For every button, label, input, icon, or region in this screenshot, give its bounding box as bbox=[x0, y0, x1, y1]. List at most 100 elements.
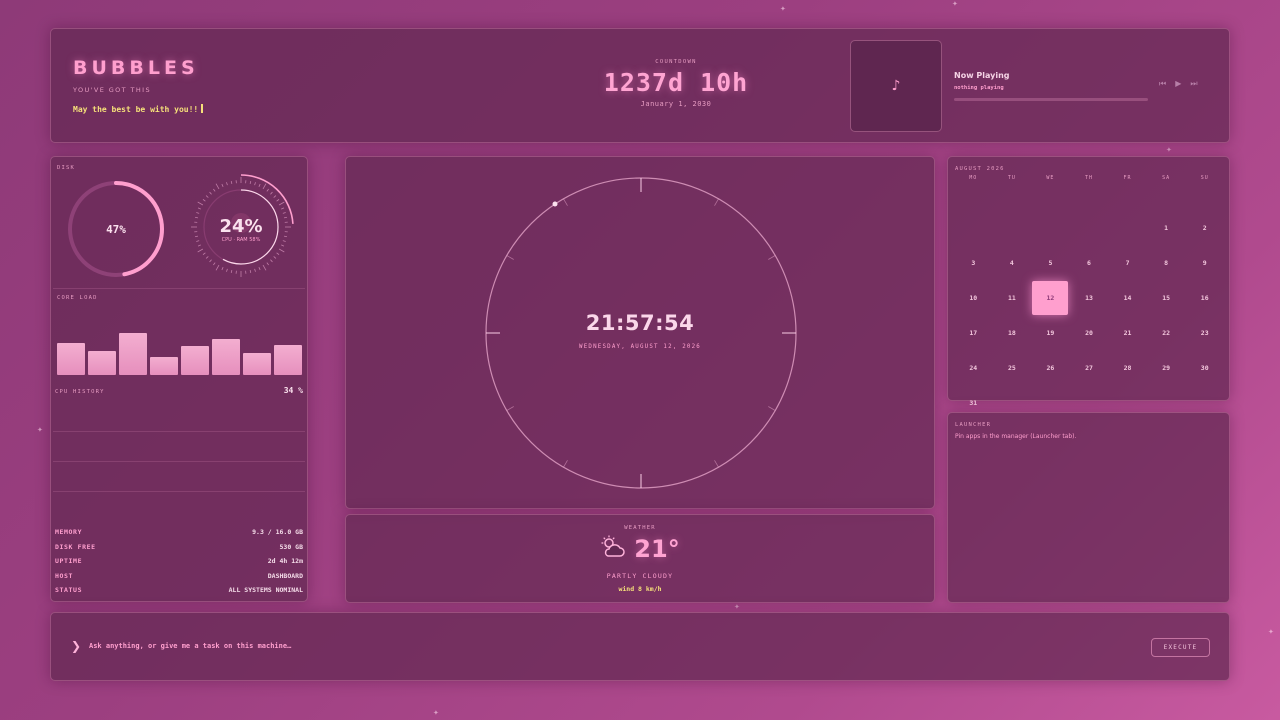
weather-temp: 21° bbox=[634, 535, 680, 563]
core-load-label: CORE LOAD bbox=[57, 295, 98, 301]
prompt-caret-icon: ❯ bbox=[71, 639, 82, 653]
calendar-day[interactable]: 5 bbox=[1031, 245, 1070, 280]
stat-key: UPTIME bbox=[55, 557, 83, 565]
clock-date: WEDNESDAY, AUGUST 12, 2026 bbox=[579, 344, 701, 350]
second-dot bbox=[552, 201, 558, 207]
command-input[interactable] bbox=[89, 642, 989, 650]
weekday-header: TU bbox=[1007, 175, 1016, 181]
calendar-day[interactable]: 23 bbox=[1185, 315, 1224, 350]
stat-key: STATUS bbox=[55, 586, 83, 594]
core-load-bar bbox=[88, 351, 116, 375]
launcher-panel: LAUNCHER Pin apps in the manager (Launch… bbox=[947, 412, 1230, 603]
sparkle-decoration: ✦ bbox=[433, 709, 439, 717]
weekday-header: WE bbox=[1046, 175, 1055, 181]
header-panel: BUBBLES YOU'VE GOT THIS May the best be … bbox=[50, 28, 1230, 143]
core-load-chart bbox=[57, 307, 303, 375]
calendar-day[interactable]: 16 bbox=[1185, 280, 1224, 315]
weekday-header: MO bbox=[969, 175, 978, 181]
brand-title: BUBBLES bbox=[73, 57, 199, 79]
calendar-day[interactable]: 27 bbox=[1070, 350, 1109, 385]
calendar-day[interactable]: 18 bbox=[993, 315, 1032, 350]
calendar-day[interactable]: 1 bbox=[1147, 210, 1186, 245]
stat-value: 530 GB bbox=[279, 542, 303, 551]
calendar-today[interactable]: 12 bbox=[1031, 280, 1070, 315]
stat-row: HOST DASHBOARD bbox=[55, 572, 303, 580]
calendar-title: AUGUST 2026 bbox=[955, 166, 1005, 172]
partly-cloudy-icon bbox=[601, 535, 626, 557]
gauges: 47% 24% CPU · RAM 58% bbox=[68, 174, 294, 280]
disk-gauge: 47% bbox=[68, 181, 164, 277]
calendar-empty-cell bbox=[1031, 210, 1070, 245]
text-cursor bbox=[201, 104, 204, 113]
history-gridline bbox=[53, 461, 305, 462]
stat-key: HOST bbox=[55, 571, 74, 580]
calendar-empty-cell bbox=[1070, 210, 1109, 245]
calendar-day[interactable]: 14 bbox=[1108, 280, 1147, 315]
previous-icon[interactable]: ⏮ bbox=[1159, 79, 1166, 89]
stat-value: ALL SYSTEMS NOMINAL bbox=[228, 586, 303, 594]
calendar-day[interactable]: 25 bbox=[993, 350, 1032, 385]
calendar-day[interactable]: 6 bbox=[1070, 245, 1109, 280]
cpu-ram-subtext: CPU · RAM 58% bbox=[222, 237, 261, 243]
sparkle-decoration: ✦ bbox=[952, 0, 958, 8]
calendar-day[interactable]: 17 bbox=[954, 315, 993, 350]
weekday-header: TH bbox=[1084, 175, 1093, 181]
calendar-day[interactable]: 3 bbox=[954, 245, 993, 280]
sparkle-decoration: ✦ bbox=[37, 426, 43, 434]
cpu-value: 24% bbox=[219, 216, 262, 237]
core-load-bar bbox=[274, 345, 302, 375]
calendar-day[interactable]: 28 bbox=[1108, 350, 1147, 385]
sparkle-decoration: ✦ bbox=[1166, 146, 1172, 154]
calendar-day[interactable]: 13 bbox=[1070, 280, 1109, 315]
calendar-day[interactable]: 21 bbox=[1108, 315, 1147, 350]
stat-row: STATUS ALL SYSTEMS NOMINAL bbox=[55, 586, 303, 594]
calendar-day[interactable]: 10 bbox=[954, 280, 993, 315]
sparkle-decoration: ✦ bbox=[780, 5, 786, 13]
execute-button[interactable]: EXECUTE bbox=[1151, 638, 1210, 657]
calendar-day[interactable]: 29 bbox=[1147, 350, 1186, 385]
cpu-history-value: 34 % bbox=[283, 386, 303, 395]
countdown-value: 1237d 10h bbox=[603, 68, 749, 97]
calendar-day[interactable]: 30 bbox=[1185, 350, 1224, 385]
history-gridline bbox=[53, 431, 305, 432]
music-note-icon: ♪ bbox=[891, 78, 901, 94]
countdown-date: January 1, 2030 bbox=[640, 100, 712, 108]
stat-row: DISK FREE 530 GB bbox=[55, 543, 303, 551]
next-icon[interactable]: ⏭ bbox=[1190, 79, 1197, 89]
calendar-day[interactable]: 4 bbox=[993, 245, 1032, 280]
stat-row: UPTIME 2d 4h 12m bbox=[55, 557, 303, 565]
cpu-history-label: CPU HISTORY bbox=[55, 389, 105, 395]
stat-value: 2d 4h 12m bbox=[267, 557, 303, 565]
calendar-day[interactable]: 11 bbox=[993, 280, 1032, 315]
weather-label: WEATHER bbox=[624, 525, 656, 531]
weekday-header: SA bbox=[1162, 175, 1171, 181]
weather-condition: PARTLY CLOUDY bbox=[606, 572, 674, 580]
calendar-day[interactable]: 26 bbox=[1031, 350, 1070, 385]
album-art[interactable]: ♪ bbox=[850, 40, 942, 132]
playback-controls: ⏮ ▶ ⏭ bbox=[1159, 79, 1198, 89]
cpu-gauge: 24% CPU · RAM 58% bbox=[188, 174, 294, 280]
calendar-empty-cell bbox=[954, 210, 993, 245]
calendar-day[interactable]: 9 bbox=[1185, 245, 1224, 280]
playback-progress-bar[interactable] bbox=[954, 98, 1148, 101]
calendar-day[interactable]: 7 bbox=[1108, 245, 1147, 280]
calendar-day[interactable]: 8 bbox=[1147, 245, 1186, 280]
divider bbox=[53, 288, 305, 289]
calendar-empty-cell bbox=[1108, 210, 1147, 245]
calendar-day[interactable]: 20 bbox=[1070, 315, 1109, 350]
weekday-header: SU bbox=[1200, 175, 1209, 181]
calendar-day[interactable]: 15 bbox=[1147, 280, 1186, 315]
calendar-empty-cell bbox=[993, 210, 1032, 245]
history-gridline bbox=[53, 491, 305, 492]
launcher-label: LAUNCHER bbox=[955, 422, 992, 428]
calendar-day[interactable]: 24 bbox=[954, 350, 993, 385]
calendar-day[interactable]: 22 bbox=[1147, 315, 1186, 350]
weather-panel: WEATHER 21° PARTLY CLOUDY wind 8 km/h bbox=[345, 514, 935, 603]
calendar-day[interactable]: 19 bbox=[1031, 315, 1070, 350]
core-load-bar bbox=[150, 357, 178, 375]
play-icon[interactable]: ▶ bbox=[1175, 79, 1181, 89]
calendar-day[interactable]: 2 bbox=[1185, 210, 1224, 245]
system-stats-panel: DISK 47% 24% CPU · RAM 58% CORE LOAD CPU… bbox=[50, 156, 308, 602]
stat-key: MEMORY bbox=[55, 528, 83, 536]
sparkle-decoration: ✦ bbox=[734, 603, 740, 611]
